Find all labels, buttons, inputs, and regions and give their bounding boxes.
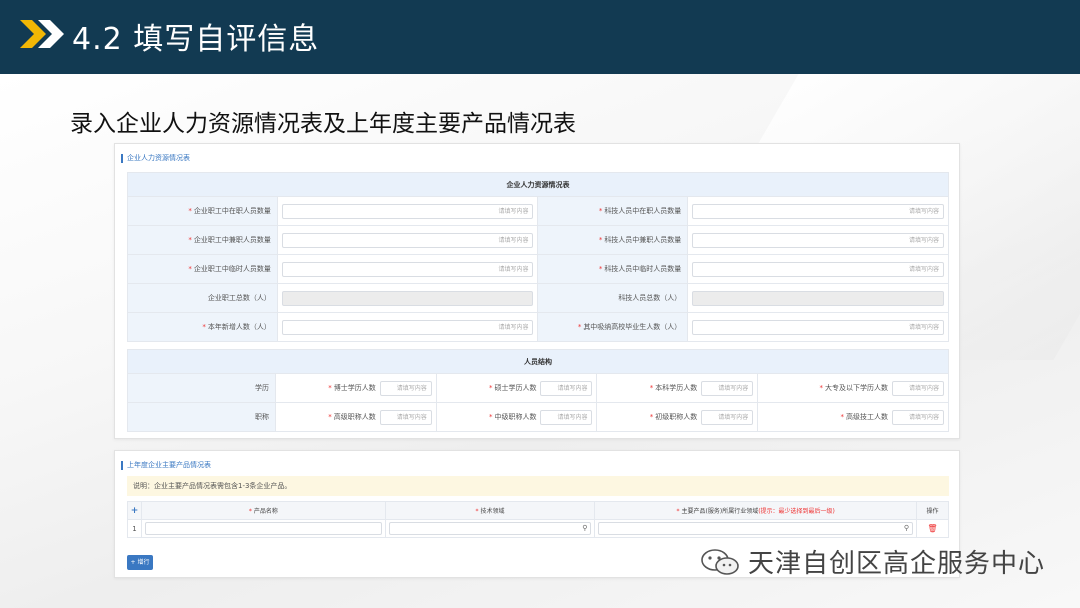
- number-input[interactable]: 请填写内容: [281, 203, 534, 219]
- number-input[interactable]: 请填写内容: [692, 319, 944, 335]
- watermark-text: 天津自创区高企服务中心: [748, 549, 1046, 579]
- structure-row: 职称 * 高级职称人数 请填写内容 * 中级职称人数 请填写内容 * 初级职称人数 请填写内容 * 高…: [127, 402, 949, 432]
- chevron-arrow-icon: [20, 20, 64, 48]
- hr-panel: 企业人力资源情况表 企业人力资源情况表 * 企业职工中在职人员数量 请填写内容 * 科技…: [114, 143, 960, 439]
- hr-row: * 企业职工中临时人员数量 请填写内容 * 科技人员中临时人员数量 请填写内容: [127, 254, 949, 284]
- products-section-title: 上年度企业主要产品情况表: [121, 461, 211, 470]
- field-label: * 高级职称人数: [328, 413, 376, 421]
- search-icon[interactable]: ⚲: [582, 524, 587, 532]
- field-label: 科技人员总数（人）: [537, 283, 689, 313]
- hr-row: * 企业职工中兼职人员数量 请填写内容 * 科技人员中兼职人员数量 请填写内容: [127, 225, 949, 255]
- field-label: * 初级职称人数: [649, 413, 698, 421]
- number-input[interactable]: 请填写内容: [701, 380, 754, 396]
- row-label: 学历: [127, 373, 276, 403]
- field-label: * 本科学历人数: [649, 384, 698, 392]
- col-industry: * 主要产品(服务)所属行业领域(提示：最少选择到最后一级): [594, 501, 917, 520]
- number-input[interactable]: 请填写内容: [692, 261, 944, 277]
- field-label: * 高级技工人数: [840, 413, 889, 421]
- col-tech-field: * 技术领域: [384, 501, 596, 520]
- number-input[interactable]: 请填写内容: [379, 380, 432, 396]
- products-table: + * 产品名称 * 技术领域 * 主要产品(服务)所属行业领域(提示：最少选择到最后…: [127, 501, 949, 538]
- number-input[interactable]: 请填写内容: [892, 409, 944, 425]
- field-label: * 博士学历人数: [328, 384, 376, 392]
- slide-header: 4.2 填写自评信息: [0, 0, 1080, 74]
- field-label: * 其中吸纳高校毕业生人数（人）: [537, 312, 689, 342]
- number-input[interactable]: 请填写内容: [892, 380, 944, 396]
- number-input[interactable]: 请填写内容: [692, 232, 944, 248]
- field-label: * 科技人员中临时人员数量: [537, 254, 689, 284]
- field-label: * 大专及以下学历人数: [819, 384, 889, 392]
- col-operation: 操作: [916, 501, 949, 520]
- slide-subtitle: 录入企业人力资源情况表及上年度主要产品情况表: [70, 111, 576, 137]
- watermark: 天津自创区高企服务中心: [700, 543, 1045, 580]
- field-label: * 企业职工中临时人员数量: [127, 254, 278, 284]
- hr-table-title: 企业人力资源情况表: [127, 172, 949, 197]
- delete-icon[interactable]: 🗑: [916, 519, 949, 538]
- structure-row: 学历 * 博士学历人数 请填写内容 * 硕士学历人数 请填写内容 * 本科学历人数 请填写内容 * 大…: [127, 373, 949, 403]
- number-input[interactable]: 请填写内容: [540, 409, 593, 425]
- field-label: * 本年新增人数（人）: [127, 312, 278, 342]
- number-input: [692, 290, 944, 306]
- number-input[interactable]: 请填写内容: [692, 203, 944, 219]
- number-input[interactable]: 请填写内容: [379, 409, 432, 425]
- number-input: [281, 290, 534, 306]
- industry-hint: (提示：最少选择到最后一级): [758, 508, 835, 515]
- hr-table: 企业人力资源情况表 * 企业职工中在职人员数量 请填写内容 * 科技人员中在职人员数量请…: [127, 172, 949, 342]
- slide-title: 4.2 填写自评信息: [72, 22, 320, 57]
- industry-select[interactable]: ⚲: [598, 522, 913, 535]
- field-label: * 硕士学历人数: [488, 384, 537, 392]
- hr-row: * 本年新增人数（人） 请填写内容 * 其中吸纳高校毕业生人数（人） 请填写内容: [127, 312, 949, 342]
- table-row: 1 ⚲ ⚲ 🗑: [127, 519, 949, 538]
- number-input[interactable]: 请填写内容: [540, 380, 593, 396]
- product-name-input[interactable]: [144, 522, 382, 535]
- field-label: * 科技人员中在职人员数量: [537, 196, 689, 226]
- search-icon[interactable]: ⚲: [904, 524, 909, 532]
- field-label: * 企业职工中兼职人员数量: [127, 225, 278, 255]
- row-label: 职称: [127, 402, 276, 432]
- col-product-name: * 产品名称: [140, 501, 386, 520]
- hr-row: 企业职工总数（人） 科技人员总数（人）: [127, 283, 949, 313]
- field-label: 企业职工总数（人）: [127, 283, 278, 313]
- field-label: * 科技人员中兼职人员数量: [537, 225, 689, 255]
- number-input[interactable]: 请填写内容: [701, 409, 754, 425]
- row-index: 1: [127, 519, 142, 538]
- add-row-button[interactable]: + 增行: [127, 555, 153, 570]
- add-row-icon[interactable]: +: [127, 501, 142, 520]
- hr-section-title: 企业人力资源情况表: [121, 154, 190, 163]
- number-input[interactable]: 请填写内容: [281, 232, 534, 248]
- structure-table: 人员结构 学历 * 博士学历人数 请填写内容 * 硕士学历人数 请填写内容 * 本科学历人数 请填…: [127, 349, 949, 432]
- hr-row: * 企业职工中在职人员数量 请填写内容 * 科技人员中在职人员数量 请填写内容: [127, 196, 949, 226]
- wechat-icon: [701, 548, 739, 575]
- field-label: * 企业职工中在职人员数量: [127, 196, 278, 226]
- products-note: 说明：企业主要产品情况表需包含1-3条企业产品。: [127, 476, 949, 496]
- structure-table-title: 人员结构: [127, 349, 949, 374]
- field-label: * 中级职称人数: [488, 413, 537, 421]
- number-input[interactable]: 请填写内容: [281, 319, 534, 335]
- tech-field-select[interactable]: ⚲: [388, 522, 592, 535]
- number-input[interactable]: 请填写内容: [281, 261, 534, 277]
